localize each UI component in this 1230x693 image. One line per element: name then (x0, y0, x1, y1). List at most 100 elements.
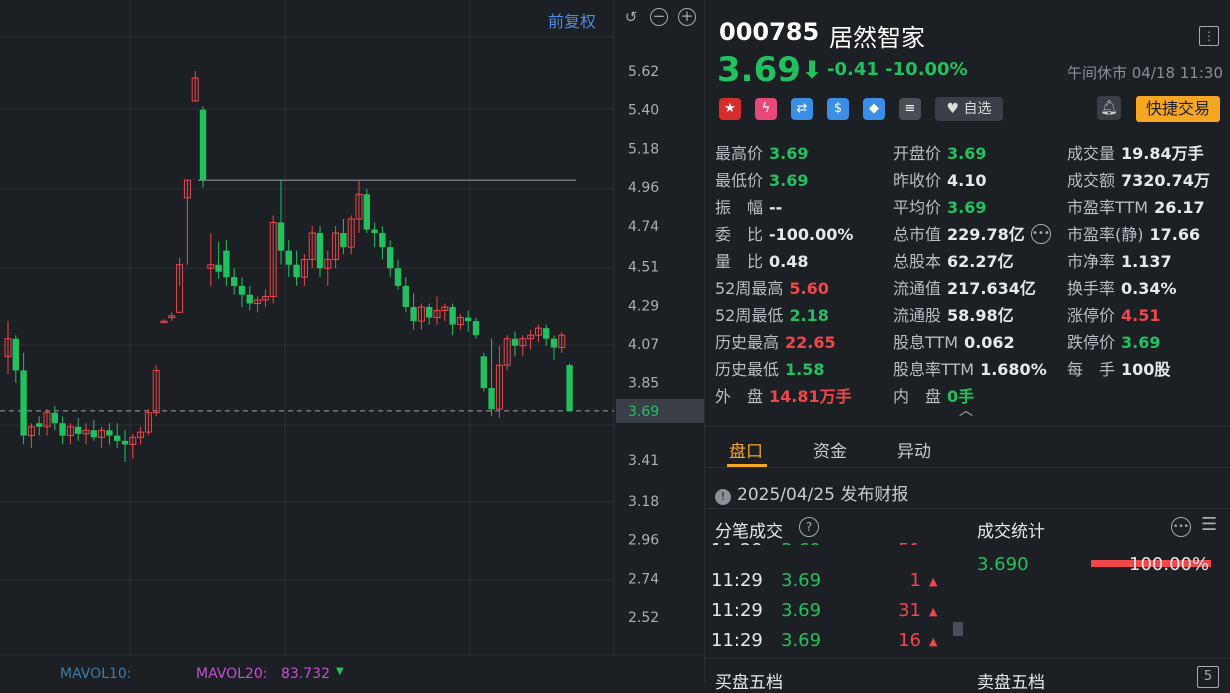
price-tick-label: 3.18 (628, 494, 659, 510)
candle-body-down (340, 233, 347, 248)
zoom-in-icon[interactable]: + (678, 8, 696, 26)
more-options-icon[interactable]: ••• (1171, 517, 1191, 537)
dollar-icon[interactable]: $ (827, 98, 849, 120)
zoom-out-icon[interactable]: − (650, 8, 668, 26)
candle-body-down (277, 222, 285, 251)
tab-handicap[interactable]: 盘口 (729, 437, 763, 462)
kline-chart[interactable]: 5.62 5.40 5.18 4.96 4.74 4.51 4.29 4.07 3.85 3.41… (0, 0, 704, 683)
collapse-chevron-icon[interactable]: ︿ (959, 400, 973, 420)
stat-item: 每 手 100股 (1067, 356, 1170, 380)
price-change: -0.41 -10.00% (827, 59, 968, 80)
stat-value: 5.60 (789, 279, 829, 298)
shuffle-icon[interactable]: ⇄ (791, 98, 813, 120)
stat-label: 量 比 (715, 252, 764, 271)
candlestick-svg[interactable]: 5.62 5.40 5.18 4.96 4.74 4.51 4.29 4.07 3.85 3.41… (0, 0, 704, 683)
market-status: 午间休市 04/18 11:30 (1067, 64, 1223, 82)
tick-time: 11:29 (711, 570, 763, 591)
price-tick-label: 2.96 (628, 533, 659, 549)
stat-item: 市盈率TTM 26.17 (1067, 194, 1205, 218)
note-icon[interactable]: ≡ (899, 98, 921, 120)
current-price-label: 3.69 (628, 404, 659, 420)
stat-item: 跌停价 3.69 (1067, 329, 1161, 353)
candle-body-down (550, 338, 558, 348)
stat-label: 最低价 (715, 171, 764, 190)
stat-item: 52周最低 2.18 (715, 302, 829, 326)
stat-value: 7320.74万 (1121, 171, 1210, 190)
sell5-title: 卖盘五档 (977, 673, 1045, 693)
candle-body-down (449, 307, 456, 325)
price-tick-label: 2.74 (628, 571, 659, 587)
stat-label: 振 幅 (715, 198, 764, 217)
stat-value: 3.69 (769, 171, 809, 190)
stat-label: 昨收价 (893, 171, 942, 190)
price-tick-label: 5.18 (628, 141, 659, 157)
tick-row: 11:29 3.69 31 ▲ (711, 600, 951, 630)
reset-icon[interactable]: ↺ (622, 8, 640, 26)
stat-label: 总股本 (893, 252, 942, 271)
stat-label: 开盘价 (893, 144, 942, 163)
stat-value: -100.00% (769, 225, 854, 244)
candle-body-down (106, 430, 113, 436)
candle-body-down (114, 435, 121, 441)
tick-volume: 31 (898, 600, 921, 621)
mavol10-label: MAVOL10: (60, 666, 132, 682)
watchlist-button[interactable]: ♥ 自选 (935, 97, 1003, 121)
stat-value: 58.98亿 (947, 306, 1014, 325)
stat-label: 52周最低 (715, 306, 784, 325)
active-tab-underline (727, 464, 767, 467)
stat-value: 2.18 (789, 306, 829, 325)
candle-body-down (215, 264, 222, 272)
adjust-mode-button[interactable]: 前复权 (548, 8, 596, 32)
stat-label: 历史最低 (715, 360, 780, 379)
stat-item: 昨收价 4.10 (893, 167, 987, 191)
change-value: -0.41 (827, 59, 879, 80)
candle-body-down (90, 430, 97, 438)
earnings-notice: ! 2025/04/25 发布财报 (715, 480, 908, 505)
candle-body-down (379, 233, 386, 248)
divider (705, 508, 1230, 509)
price-tick-label: 4.51 (628, 260, 659, 276)
stat-item: 最低价 3.69 (715, 167, 809, 191)
candle-body-down (363, 194, 370, 230)
change-pct: -10.00% (885, 59, 968, 80)
stat-label: 平均价 (893, 198, 942, 217)
tick-row: 11:29 3.69 1 ▲ (711, 570, 951, 600)
stat-item: 换手率 0.34% (1067, 275, 1177, 299)
panel-menu-icon[interactable]: ⋮ (1199, 26, 1219, 46)
help-icon[interactable]: ? (799, 517, 819, 537)
stat-value: 217.634亿 (947, 279, 1036, 298)
stat-value: 1.58 (785, 360, 825, 379)
candle-body-down (285, 250, 292, 265)
stat-item: 市净率 1.137 (1067, 248, 1172, 272)
candle-body-down (465, 317, 472, 322)
stat-value: 3.69 (947, 198, 987, 217)
lightning-icon[interactable]: ϟ (755, 98, 777, 120)
stat-label: 市盈率(静) (1067, 225, 1144, 244)
depth-level-badge[interactable]: 5 (1197, 666, 1219, 688)
price-tick-label: 5.62 (628, 64, 659, 80)
deal-pct: 100.00% (1129, 554, 1210, 575)
price-tick-label: 5.40 (628, 103, 659, 119)
stat-item: 股息率TTM 1.680% (893, 356, 1047, 380)
more-icon[interactable]: ••• (1031, 224, 1051, 244)
scrollbar-thumb[interactable] (953, 622, 963, 636)
tab-alerts[interactable]: 异动 (897, 437, 931, 462)
tab-funds[interactable]: 资金 (813, 437, 847, 462)
candle-body-down (293, 264, 300, 278)
stat-label: 股息TTM (893, 333, 959, 352)
list-icon[interactable]: ☰ (1201, 514, 1217, 535)
deal-price: 3.690 (977, 554, 1029, 575)
stat-item: 委 比 -100.00% (715, 221, 853, 245)
tag-icon[interactable]: ◆ (863, 98, 885, 120)
divider (705, 658, 1230, 659)
stat-value: 0.48 (769, 252, 809, 271)
buy-arrow-icon: ▲ (929, 635, 938, 648)
stat-item: 平均价 3.69 (893, 194, 987, 218)
mavol20-value: 83.732 (281, 666, 330, 682)
quick-trade-button[interactable]: 快捷交易 (1136, 96, 1220, 122)
tick-price: 3.69 (781, 630, 822, 651)
bell-icon[interactable]: 🔔︎ (1097, 96, 1121, 120)
candle-body-down (480, 356, 487, 389)
stat-label: 委 比 (715, 225, 764, 244)
candle-body-down (199, 109, 207, 181)
